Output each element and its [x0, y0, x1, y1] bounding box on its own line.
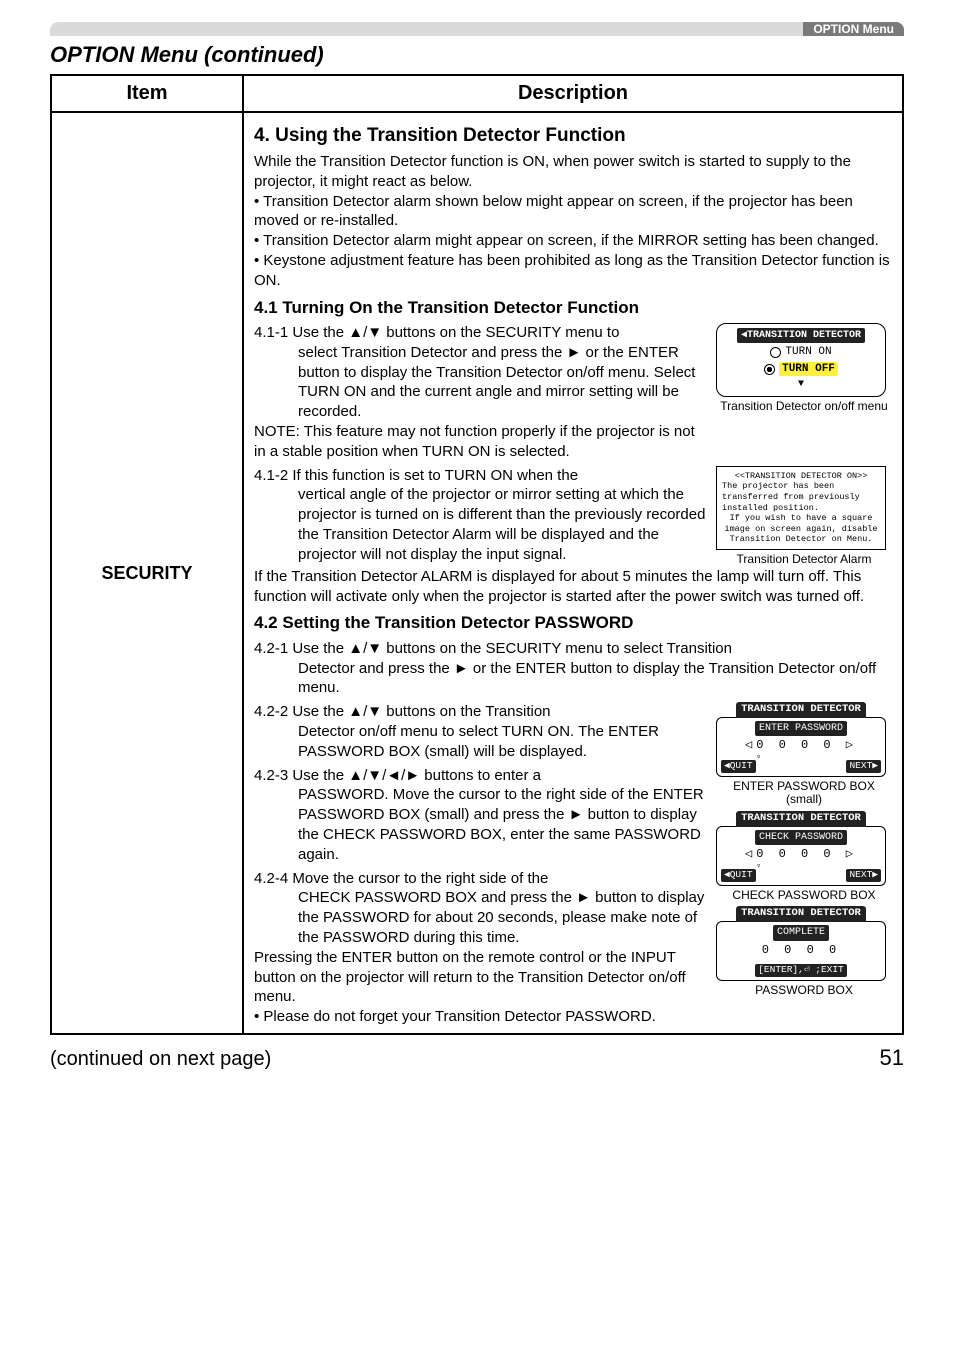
osd-check-next: NEXT▶ — [846, 869, 881, 882]
osd-check-title: TRANSITION DETECTOR — [736, 811, 866, 827]
osd-enter-password: TRANSITION DETECTOR ENTER PASSWORD ◁0 0 … — [716, 702, 886, 776]
step-4-1-2-after: If the Transition Detector ALARM is disp… — [254, 567, 892, 607]
bullet-4-2: • Transition Detector alarm might appear… — [254, 231, 892, 251]
step-4-2-3a: 4.2-3 Use the ▲/▼/◄/► buttons to enter a — [254, 767, 541, 784]
option-table: Item Description SECURITY 4. Using the T… — [50, 74, 904, 1035]
step-4-2-4b: CHECK PASSWORD BOX and press the ► butto… — [298, 888, 708, 947]
page-number: 51 — [880, 1045, 904, 1071]
col-item: Item — [51, 75, 243, 112]
osd-enter-caption: ENTER PASSWORD BOX (small) — [716, 780, 892, 808]
step-4-1-1-note: NOTE: This feature may not function prop… — [254, 422, 708, 462]
section-title: OPTION Menu (continued) — [50, 42, 904, 68]
osd-onoff-caption: Transition Detector on/off menu — [716, 400, 892, 414]
osd-alarm-caption: Transition Detector Alarm — [716, 553, 892, 567]
step-4-2-4d: • Please do not forget your Transition D… — [254, 1007, 708, 1027]
step-4-1-2a: 4.1-2 If this function is set to TURN ON… — [254, 467, 578, 484]
heading-4-2: 4.2 Setting the Transition Detector PASS… — [254, 612, 892, 634]
osd-complete-password: TRANSITION DETECTOR COMPLETE 0 0 0 0 [EN… — [716, 906, 886, 980]
step-4-2-2a: 4.2-2 Use the ▲/▼ buttons on the Transit… — [254, 703, 551, 720]
step-4-2-2b: Detector on/off menu to select TURN ON. … — [298, 722, 708, 762]
osd-turn-off: TURN OFF — [779, 362, 838, 377]
osd-turn-on: TURN ON — [785, 345, 831, 360]
header-band: OPTION Menu — [50, 22, 904, 36]
intro-4: While the Transition Detector function i… — [254, 152, 892, 192]
step-4-2-4a: 4.2-4 Move the cursor to the right side … — [254, 870, 548, 887]
heading-4-1: 4.1 Turning On the Transition Detector F… — [254, 297, 892, 319]
continued-label: (continued on next page) — [50, 1048, 271, 1071]
radio-empty-icon — [770, 347, 781, 358]
osd-enter-quit: ◀QUIT — [721, 760, 756, 773]
header-tab: OPTION Menu — [803, 22, 904, 36]
osd-enter-next: NEXT▶ — [846, 760, 881, 773]
step-4-1-2b: vertical angle of the projector or mirro… — [298, 485, 708, 564]
step-4-2-1b: Detector and press the ► or the ENTER bu… — [298, 659, 892, 699]
step-4-1-1b: select Transition Detector and press the… — [298, 343, 708, 422]
osd-enter-sub: ENTER PASSWORD — [755, 721, 847, 736]
osd-alarm-line1: The projector has been transferred from … — [722, 481, 880, 513]
osd-complete-exit: [ENTER],⏎ ;EXIT — [755, 964, 847, 977]
osd-check-quit: ◀QUIT — [721, 869, 756, 882]
osd-alarm-header: <<TRANSITION DETECTOR ON>> — [722, 471, 880, 482]
osd-complete-sub: COMPLETE — [773, 925, 829, 940]
step-4-2-4c: Pressing the ENTER button on the remote … — [254, 948, 708, 1007]
osd-alarm-box: <<TRANSITION DETECTOR ON>> The projector… — [716, 466, 886, 550]
step-4-1-1a: 4.1-1 Use the ▲/▼ buttons on the SECURIT… — [254, 324, 619, 341]
osd-check-digits: 0 0 0 — [779, 847, 835, 861]
osd-check-sub: CHECK PASSWORD — [755, 830, 847, 845]
col-description: Description — [243, 75, 903, 112]
step-4-2-3b: PASSWORD. Move the cursor to the right s… — [298, 785, 708, 864]
item-security: SECURITY — [51, 112, 243, 1034]
osd-check-caption: CHECK PASSWORD BOX — [716, 889, 892, 903]
osd-onoff-title: ◀TRANSITION DETECTOR — [737, 328, 865, 343]
description-cell: 4. Using the Transition Detector Functio… — [243, 112, 903, 1034]
radio-filled-icon — [764, 364, 775, 375]
osd-alarm-line2: If you wish to have a square image on sc… — [722, 513, 880, 545]
osd-onoff-menu: ◀TRANSITION DETECTOR TURN ON TURN OFF ▼ — [716, 323, 886, 396]
step-4-2-1a: 4.2-1 Use the ▲/▼ buttons on the SECURIT… — [254, 640, 732, 657]
bullet-4-3: • Keystone adjustment feature has been p… — [254, 251, 892, 291]
osd-enter-digits: 0 0 0 — [779, 738, 835, 752]
osd-complete-caption: PASSWORD BOX — [716, 984, 892, 998]
bullet-4-1: • Transition Detector alarm shown below … — [254, 192, 892, 232]
osd-enter-title: TRANSITION DETECTOR — [736, 702, 866, 718]
osd-check-password: TRANSITION DETECTOR CHECK PASSWORD ◁0 0 … — [716, 811, 886, 885]
osd-complete-digits: 0 0 0 0 — [721, 943, 881, 959]
osd-complete-title: TRANSITION DETECTOR — [736, 906, 866, 922]
heading-4: 4. Using the Transition Detector Functio… — [254, 123, 892, 148]
